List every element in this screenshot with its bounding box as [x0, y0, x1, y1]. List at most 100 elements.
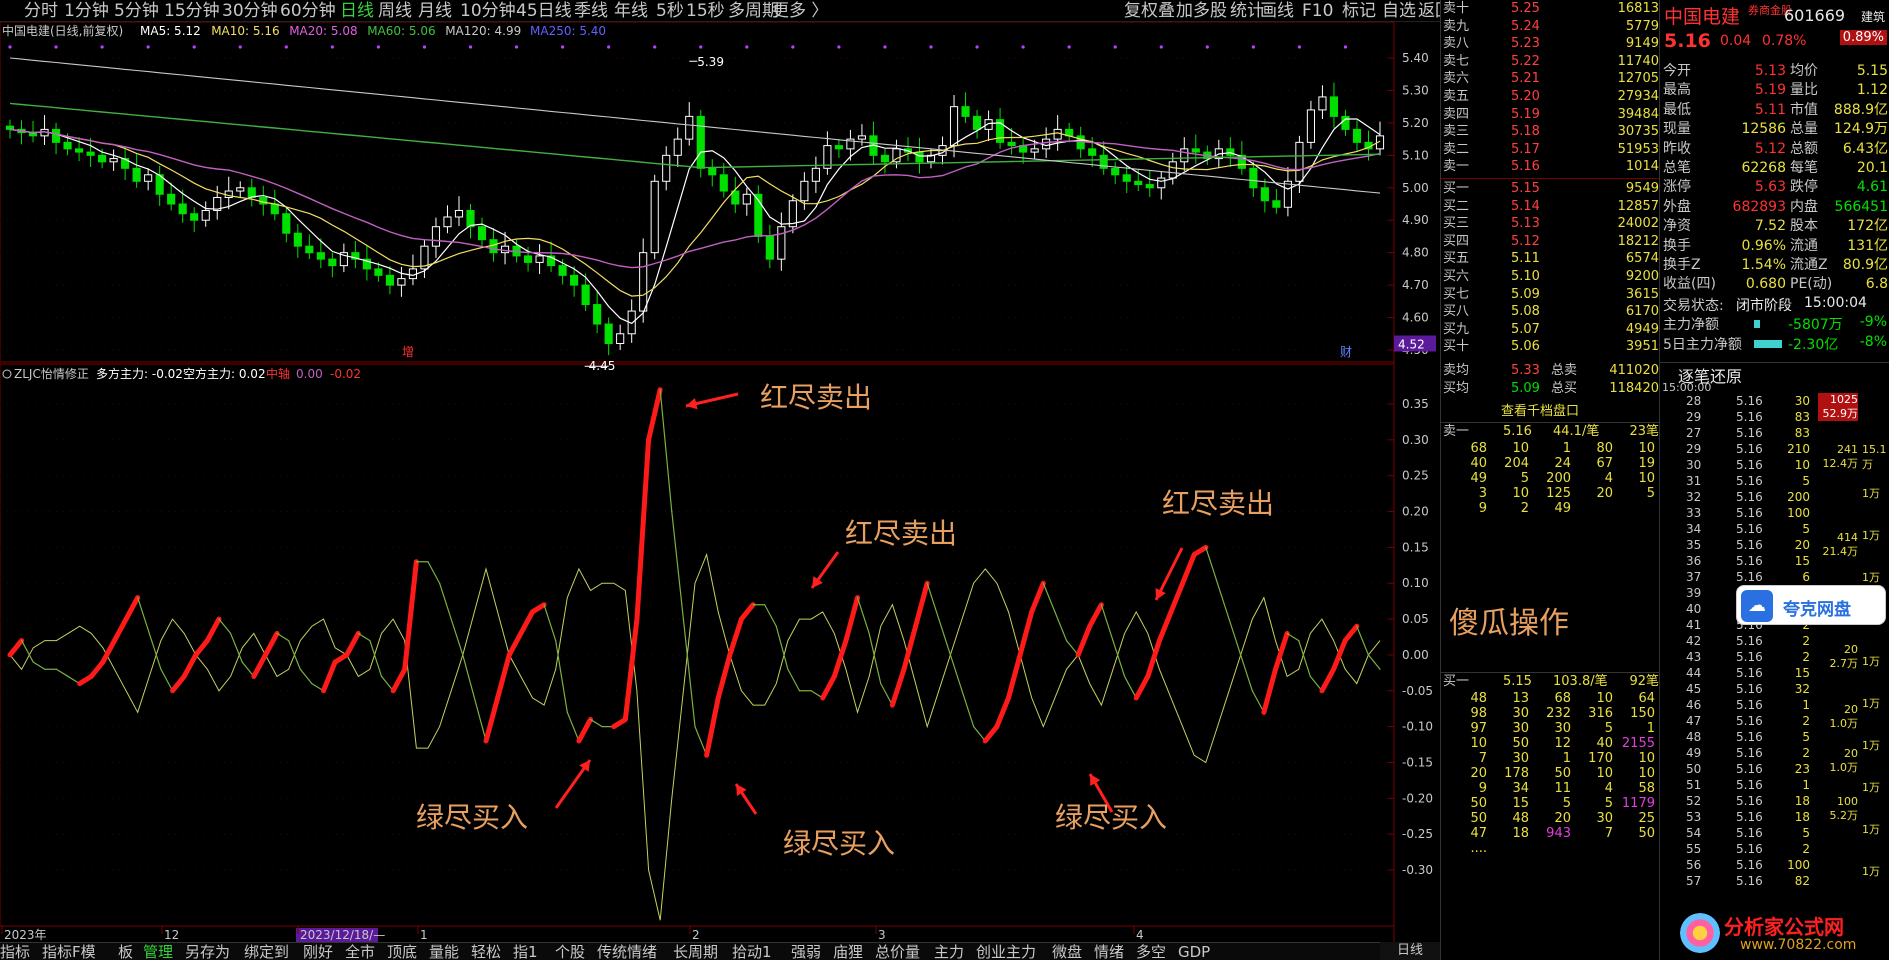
- order-book-row[interactable]: 买九 5.07 4949: [1441, 321, 1663, 338]
- ind-y-tick: 0.20: [1402, 505, 1429, 519]
- order-book-row[interactable]: 卖六 5.21 12705: [1441, 70, 1663, 87]
- order-book-row[interactable]: 买四 5.12 18212: [1441, 233, 1663, 250]
- tool-button[interactable]: F10: [1302, 0, 1333, 22]
- order-book-row[interactable]: 卖一 5.16 1014: [1441, 158, 1663, 175]
- order-book-row[interactable]: 卖七 5.22 11740: [1441, 53, 1663, 70]
- watermark-text: 傻瓜操作: [1449, 606, 1569, 641]
- queue-cell: 64: [1638, 691, 1655, 706]
- tool-button[interactable]: 标记: [1342, 0, 1376, 22]
- tick-price: 5.16: [1736, 746, 1763, 760]
- stock-sector[interactable]: 建筑: [1861, 8, 1885, 25]
- ob-volume: 39484: [1617, 106, 1659, 122]
- info-row: 最低 5.11 市值 888.9亿: [1660, 101, 1889, 120]
- tick-price: 5.16: [1736, 682, 1763, 696]
- period-tab[interactable]: 15分钟: [164, 0, 220, 22]
- tool-button[interactable]: 加多股: [1176, 0, 1227, 22]
- indicator-tab[interactable]: 另存为: [185, 943, 230, 960]
- period-tab[interactable]: 更多 〉: [772, 0, 828, 22]
- order-book-row[interactable]: 买二 5.14 12857: [1441, 198, 1663, 215]
- indicator-tab[interactable]: 创业主力: [976, 943, 1036, 960]
- candle-body: [604, 323, 613, 345]
- tool-button[interactable]: 画线: [1260, 0, 1294, 22]
- queue-label: 卖一: [1443, 424, 1470, 439]
- period-tab[interactable]: 45日线: [516, 0, 572, 22]
- tick-second: 51: [1686, 778, 1702, 792]
- period-tab[interactable]: 日线: [340, 0, 374, 22]
- main-net: -5807万: [1788, 317, 1843, 334]
- indicator-tab[interactable]: 情绪: [1094, 943, 1124, 960]
- queue-cell: 68: [1470, 441, 1487, 456]
- period-tab[interactable]: 15秒: [686, 0, 725, 22]
- indicator-tab[interactable]: 微盘: [1052, 943, 1082, 960]
- tick-price: 5.16: [1736, 410, 1763, 424]
- order-book-row[interactable]: 买一 5.15 9549: [1441, 180, 1663, 197]
- order-book-row[interactable]: 卖五 5.20 27934: [1441, 88, 1663, 105]
- order-book-row[interactable]: 买三 5.13 24002: [1441, 215, 1663, 232]
- indicator-tab[interactable]: 全市: [345, 943, 375, 960]
- tool-button[interactable]: 自选: [1382, 0, 1416, 22]
- info-key: 股本: [1790, 218, 1818, 235]
- period-tab[interactable]: 分时: [24, 0, 58, 22]
- tick-price: 5.16: [1736, 842, 1763, 856]
- order-book-row[interactable]: 买十 5.06 3951: [1441, 338, 1663, 355]
- tool-button[interactable]: 统计: [1230, 0, 1264, 22]
- duo-segment-rising: [1005, 652, 1023, 701]
- duo-segment-falling: [1298, 639, 1311, 678]
- duo-segment-falling: [1367, 654, 1381, 670]
- period-tab[interactable]: 5分钟: [114, 0, 159, 22]
- view-depth-link[interactable]: 查看千档盘口: [1501, 400, 1579, 419]
- period-tab[interactable]: 季线: [574, 0, 608, 22]
- period-tab[interactable]: 5秒: [656, 0, 684, 22]
- signal-dot: [100, 45, 104, 49]
- order-book-row[interactable]: 卖九 5.24 5779: [1441, 18, 1663, 35]
- tick-price: 5.16: [1736, 826, 1763, 840]
- candle-body: [673, 138, 682, 156]
- order-book-row[interactable]: 卖三 5.18 30735: [1441, 123, 1663, 140]
- indicator-tab[interactable]: 板: [118, 943, 133, 960]
- cloud-badge[interactable]: ☁ 夸克网盘: [1736, 585, 1886, 625]
- indicator-tab[interactable]: 总价量: [875, 943, 920, 960]
- period-tab[interactable]: 60分钟: [280, 0, 336, 22]
- period-tab[interactable]: 1分钟: [64, 0, 109, 22]
- candle-body: [708, 167, 717, 176]
- tick-volume: 18: [1794, 810, 1810, 824]
- duo-segment-rising: [518, 609, 535, 636]
- indicator-tab[interactable]: 传统情绪: [597, 943, 657, 960]
- order-book-row[interactable]: 卖二 5.17 51953: [1441, 141, 1663, 158]
- order-book-row[interactable]: 买六 5.10 9200: [1441, 268, 1663, 285]
- order-book-row[interactable]: 卖四 5.19 39484: [1441, 106, 1663, 123]
- order-book-row[interactable]: 卖八 5.23 9149: [1441, 35, 1663, 52]
- period-tab[interactable]: 10分钟: [460, 0, 516, 22]
- indicator-tab[interactable]: 刚好: [303, 943, 333, 960]
- indicator-tab[interactable]: 指标: [0, 943, 30, 960]
- indicator-tab[interactable]: 多空: [1136, 943, 1166, 960]
- order-book-row[interactable]: 卖十 5.25 16813: [1441, 0, 1663, 17]
- order-book-row[interactable]: 买七 5.09 3615: [1441, 286, 1663, 303]
- signal-dot: [653, 45, 657, 49]
- x-axis-label: 4: [1136, 928, 1144, 942]
- order-book-row[interactable]: 买五 5.11 6574: [1441, 250, 1663, 267]
- indicator-tab[interactable]: 拾动1: [732, 943, 772, 960]
- period-tab[interactable]: 30分钟: [222, 0, 278, 22]
- tick-volume: 6: [1802, 570, 1810, 584]
- period-tab[interactable]: 月线: [418, 0, 452, 22]
- indicator-tab[interactable]: 指1: [513, 943, 538, 960]
- indicator-tab[interactable]: 强弱: [791, 943, 821, 960]
- order-book-row[interactable]: 买八 5.08 6170: [1441, 303, 1663, 320]
- indicator-tab[interactable]: 顶底: [387, 943, 417, 960]
- period-tab[interactable]: 周线: [378, 0, 412, 22]
- tool-button[interactable]: 复权叠: [1124, 0, 1175, 22]
- indicator-tab[interactable]: 绑定到: [244, 943, 289, 960]
- indicator-tab[interactable]: GDP: [1178, 943, 1210, 960]
- period-tab[interactable]: 年线: [614, 0, 648, 22]
- indicator-tab[interactable]: 轻松: [471, 943, 501, 960]
- indicator-tab[interactable]: 庙狸: [833, 943, 863, 960]
- indicator-tab[interactable]: 主力: [934, 943, 964, 960]
- duo-segment-rising: [994, 695, 1011, 730]
- indicator-tab[interactable]: 管理: [143, 943, 173, 960]
- indicator-tab[interactable]: 个股: [555, 943, 585, 960]
- indicator-tab[interactable]: 指标F模: [42, 943, 96, 960]
- queue-cell: 25: [1638, 811, 1655, 826]
- indicator-tab[interactable]: 量能: [429, 943, 459, 960]
- indicator-tab[interactable]: 长周期: [673, 943, 718, 960]
